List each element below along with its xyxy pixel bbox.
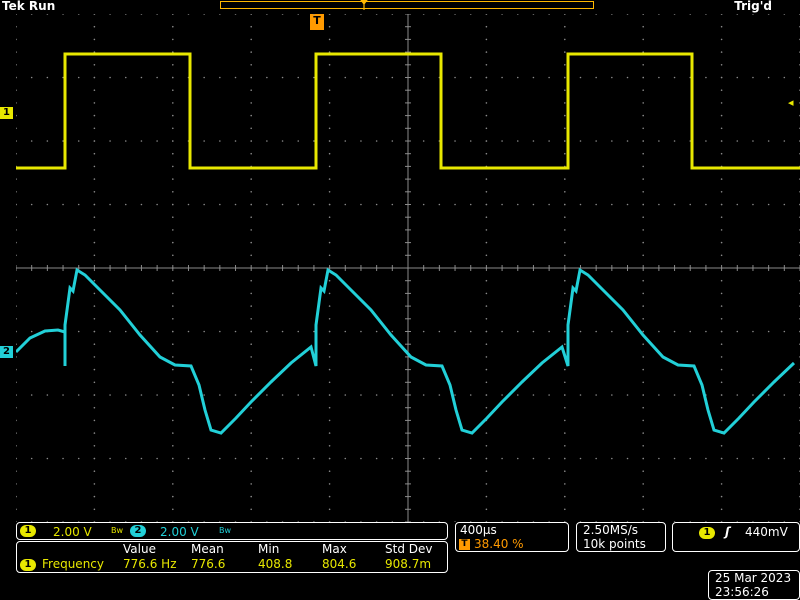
trigger-panel[interactable]: 1 ʃ 440mV [672,522,800,552]
ch2-scale: 2.00 V [160,525,199,539]
meas-channel-badge: 1 [20,559,36,571]
trigger-position-value: 38.40 % [474,537,524,551]
meas-min: 408.8 [258,557,293,571]
ch2-badge: 2 [130,525,146,537]
rising-edge-icon: ʃ [725,525,730,539]
ch1-bandwidth-icon: Bw [111,526,124,535]
sample-rate: 2.50MS/s [583,523,638,537]
timebase-scale: 400µs [460,523,497,537]
meas-header-max: Max [322,542,347,556]
date: 25 Mar 2023 [715,571,792,585]
record-position-icon [360,0,368,10]
trigger-position-icon: T [459,539,470,550]
ch1-ground-marker[interactable]: 1 [0,107,13,119]
meas-header-value: Value [123,542,156,556]
meas-value: 776.6 Hz [123,557,177,571]
acquisition-panel[interactable]: 2.50MS/s 10k points [576,522,666,552]
ch2-bandwidth-icon: Bw [219,526,232,535]
meas-mean: 776.6 [191,557,226,571]
trigger-status: Trig'd [734,0,772,13]
trigger-level: 440mV [745,525,788,539]
brand-label: Tek [2,0,25,13]
ch2-ground-marker[interactable]: 2 [0,346,13,358]
meas-header-stddev: Std Dev [385,542,433,556]
ch1-scale: 2.00 V [53,525,92,539]
channel-scale-panel[interactable]: 1 2.00 V Bw 2 2.00 V Bw [16,522,448,540]
meas-name: Frequency [42,557,104,571]
record-view-bar [220,1,594,9]
ch2-trace [16,267,796,435]
ch1-badge: 1 [20,525,36,537]
run-status: Run [28,0,56,13]
waveform-display[interactable] [16,14,800,522]
meas-stddev: 908.7m [385,557,432,571]
measurement-panel[interactable]: Value Mean Min Max Std Dev 1 Frequency 7… [16,541,448,573]
status-brand: Tek Run [2,0,55,13]
record-length: 10k points [583,537,646,551]
meas-max: 804.6 [322,557,357,571]
time: 23:56:26 [715,585,769,599]
meas-header-mean: Mean [191,542,224,556]
trigger-source-badge: 1 [699,527,715,539]
meas-header-min: Min [258,542,280,556]
timebase-panel[interactable]: 400µs T 38.40 % [455,522,569,552]
graticule [16,14,800,522]
datetime-panel: 25 Mar 2023 23:56:26 [708,570,800,600]
